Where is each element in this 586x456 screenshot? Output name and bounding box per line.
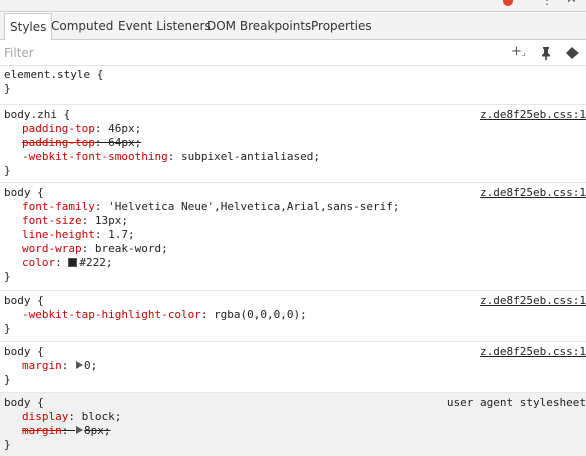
- css-property-value[interactable]: 0: [84, 359, 91, 372]
- rule-selector[interactable]: body {: [0, 186, 44, 199]
- pin-icon[interactable]: [540, 46, 552, 60]
- style-rule: body { user agent stylesheet display: bloc…: [0, 392, 586, 456]
- css-property-value[interactable]: block: [82, 410, 115, 423]
- close-icon[interactable]: ✕: [566, 0, 577, 7]
- rule-header: element.style {: [0, 68, 586, 82]
- css-property-value[interactable]: subpixel-antialiased: [181, 150, 313, 163]
- rule-closing-brace: }: [4, 322, 11, 335]
- style-rule: element.style {}: [0, 68, 586, 100]
- css-property-name[interactable]: -webkit-font-smoothing: [22, 150, 168, 163]
- css-property-name[interactable]: margin: [22, 424, 62, 437]
- rule-selector[interactable]: body.zhi {: [0, 108, 70, 121]
- css-declaration[interactable]: display: block;: [0, 410, 586, 424]
- rule-selector[interactable]: body {: [0, 294, 44, 307]
- style-rule: body { z.de8f25eb.css:1 margin: 0;}: [0, 341, 586, 391]
- rule-header: body { user agent stylesheet: [0, 396, 586, 410]
- rule-source-label: user agent stylesheet: [446, 396, 586, 409]
- rule-closing-brace: }: [4, 270, 11, 283]
- css-property-value[interactable]: 'Helvetica Neue',Helvetica,Arial,sans-se…: [108, 200, 393, 213]
- toggle-element-state-icon[interactable]: [565, 46, 581, 60]
- more-options-icon[interactable]: ⋮: [541, 0, 553, 7]
- rule-selector[interactable]: element.style {: [0, 68, 103, 81]
- expand-shorthand-icon[interactable]: [76, 426, 83, 434]
- rule-closing-brace: }: [4, 438, 11, 451]
- css-property-name[interactable]: display: [22, 410, 68, 423]
- rule-source-link[interactable]: z.de8f25eb.css:1: [480, 186, 586, 200]
- tab-properties[interactable]: Properties: [306, 13, 377, 39]
- css-declaration[interactable]: -webkit-tap-highlight-color: rgba(0,0,0,…: [0, 308, 586, 322]
- css-property-name[interactable]: line-height: [22, 228, 95, 241]
- css-declaration[interactable]: color: #222;: [0, 256, 586, 270]
- new-style-rule-icon[interactable]: +⌟: [511, 44, 526, 59]
- css-declaration[interactable]: margin: 0;: [0, 359, 586, 373]
- css-property-value[interactable]: 64px: [108, 136, 135, 149]
- expand-shorthand-icon[interactable]: [76, 361, 83, 369]
- css-declaration[interactable]: -webkit-font-smoothing: subpixel-antiali…: [0, 150, 586, 164]
- css-property-value[interactable]: 8px: [84, 424, 104, 437]
- style-rule: body {z.de8f25eb.css:1 -webkit-tap-highli…: [0, 290, 586, 340]
- tab-event-listeners[interactable]: Event Listeners: [113, 13, 216, 39]
- rule-closing-brace: }: [4, 373, 11, 386]
- filter-input[interactable]: [4, 45, 304, 61]
- rule-closing-brace: }: [4, 164, 11, 177]
- css-declaration[interactable]: margin: 8px;: [0, 424, 586, 438]
- rule-header: body { z.de8f25eb.css:1: [0, 186, 586, 200]
- rule-header: body.zhi { z.de8f25eb.css:1: [0, 108, 586, 122]
- devtools-top-bar: ⋮ ✕: [0, 0, 586, 12]
- css-property-name[interactable]: font-family: [22, 200, 95, 213]
- rule-source-link[interactable]: z.de8f25eb.css:1: [480, 345, 586, 359]
- css-property-name[interactable]: font-size: [22, 214, 82, 227]
- css-property-name[interactable]: padding-top: [22, 122, 95, 135]
- rule-source-link[interactable]: z.de8f25eb.css:1: [480, 294, 586, 308]
- color-swatch-icon[interactable]: [68, 258, 78, 267]
- css-declaration[interactable]: line-height: 1.7;: [0, 228, 586, 242]
- tab-dom-breakpoints[interactable]: DOM Breakpoints: [202, 13, 316, 39]
- rule-closing-brace: }: [4, 82, 11, 95]
- css-property-value[interactable]: 13px: [95, 214, 122, 227]
- rule-selector[interactable]: body {: [0, 396, 44, 409]
- css-declaration[interactable]: font-family: 'Helvetica Neue',Helvetica,…: [0, 200, 586, 214]
- css-property-value[interactable]: #222: [79, 256, 106, 269]
- css-declaration[interactable]: padding-top: 46px;: [0, 122, 586, 136]
- css-property-name[interactable]: -webkit-tap-highlight-color: [22, 308, 201, 321]
- styles-filter-bar: +⌟: [0, 40, 586, 66]
- rule-selector[interactable]: body {: [0, 345, 44, 358]
- error-indicator-icon[interactable]: [503, 0, 513, 6]
- style-rule: body.zhi { z.de8f25eb.css:1 padding-top: 4…: [0, 104, 586, 182]
- css-declaration[interactable]: padding-top: 64px;: [0, 136, 586, 150]
- css-property-name[interactable]: color: [22, 256, 55, 269]
- sidebar-tab-strip: Styles Computed Event Listeners DOM Brea…: [0, 13, 586, 40]
- css-property-name[interactable]: margin: [22, 359, 62, 372]
- css-property-value[interactable]: break-word: [95, 242, 161, 255]
- css-property-name[interactable]: word-wrap: [22, 242, 82, 255]
- rule-header: body { z.de8f25eb.css:1: [0, 345, 586, 359]
- css-declaration[interactable]: word-wrap: break-word;: [0, 242, 586, 256]
- tab-computed[interactable]: Computed: [46, 13, 118, 39]
- style-rule: body { z.de8f25eb.css:1 font-family: 'Helv…: [0, 182, 586, 288]
- rule-source-link[interactable]: z.de8f25eb.css:1: [480, 108, 586, 122]
- css-property-name[interactable]: padding-top: [22, 136, 95, 149]
- css-property-value[interactable]: 1.7: [108, 228, 128, 241]
- css-property-value[interactable]: 46px: [108, 122, 135, 135]
- css-declaration[interactable]: font-size: 13px;: [0, 214, 586, 228]
- rule-header: body { z.de8f25eb.css:1: [0, 294, 586, 308]
- css-property-value[interactable]: rgba(0,0,0,0): [214, 308, 300, 321]
